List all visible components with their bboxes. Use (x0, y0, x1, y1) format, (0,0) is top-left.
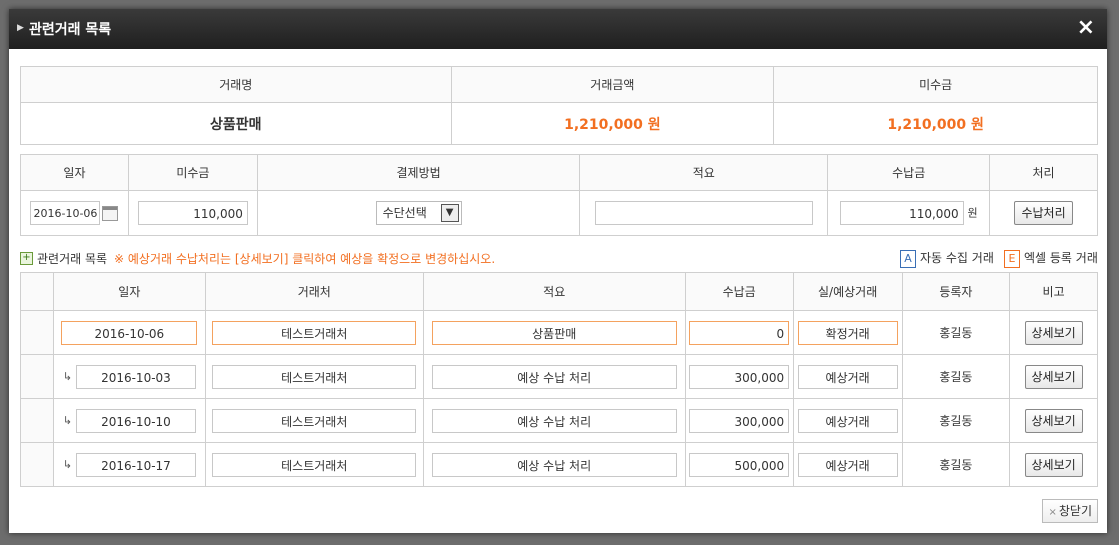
row-marker-cell (20, 398, 54, 443)
summary-header-amount: 거래금액 (450, 66, 775, 103)
related-transactions-modal: ▶ 관련거래 목록 × 거래명 거래금액 미수금 상품판매 1,210,000 … (9, 9, 1107, 533)
row-registrant: 홍길동 (901, 310, 1011, 355)
row-date-input[interactable]: 2016-10-10 (75, 408, 196, 433)
row-amount-input[interactable]: 0 (689, 320, 790, 345)
title-arrow-icon: ▶ (17, 23, 24, 33)
detail-view-button[interactable]: 상세보기 (1024, 408, 1083, 433)
payment-unpaid-input[interactable]: 110,000 (137, 201, 248, 225)
expected-transaction-note: ※ 예상거래 수납처리는 [상세보기] 클릭하여 예상을 확정으로 변경하십시오… (114, 252, 496, 266)
add-icon: + (20, 252, 33, 265)
pay-header-method: 결제방법 (256, 154, 581, 191)
payment-method-select[interactable]: 수단선택 ▼ (375, 201, 462, 225)
table-row: ↳ 2016-10-17 테스트거래처 예상 수납 처리 500,000 예상거래… (20, 442, 1098, 487)
row-marker-cell (20, 442, 54, 487)
related-list-header: + 관련거래 목록 ※ 예상거래 수납처리는 [상세보기] 클릭하여 예상을 확… (20, 249, 1098, 269)
row-memo-input[interactable]: 상품판매 (431, 320, 677, 345)
row-amount-input[interactable]: 300,000 (689, 364, 790, 389)
summary-header-name: 거래명 (20, 66, 452, 103)
row-client-input[interactable]: 테스트거래처 (212, 408, 417, 433)
transaction-amount: 1,210,000 원 (450, 102, 775, 145)
payment-memo-input[interactable] (594, 201, 813, 225)
row-type-field[interactable]: 예상거래 (797, 364, 898, 389)
sub-row-arrow-icon: ↳ (62, 458, 72, 471)
list-header-amount: 수납금 (684, 272, 794, 311)
list-header-registrant: 등록자 (901, 272, 1011, 311)
excel-registered-icon: E (1004, 249, 1020, 268)
row-marker-cell (20, 354, 54, 399)
auto-collected-icon: A (900, 249, 916, 268)
pay-header-date: 일자 (20, 154, 129, 191)
list-header-date: 일자 (52, 272, 206, 311)
transaction-unpaid: 1,210,000 원 (773, 102, 1098, 145)
detail-view-button[interactable]: 상세보기 (1024, 452, 1083, 477)
sub-row-arrow-icon: ↳ (62, 414, 72, 427)
row-marker-cell (20, 310, 54, 355)
summary-header-unpaid: 미수금 (773, 66, 1098, 103)
pay-header-memo: 적요 (579, 154, 829, 191)
close-window-label: 창닫기 (1058, 504, 1092, 518)
row-date-input[interactable]: 2016-10-03 (75, 364, 196, 389)
payment-date-input[interactable]: 2016-10-06 (30, 201, 101, 225)
modal-titlebar: ▶ 관련거래 목록 × (9, 9, 1107, 49)
currency-unit: 원 (967, 206, 978, 220)
excel-registered-label: 엑셀 등록 거래 (1024, 251, 1098, 265)
excel-registered-legend: E 엑셀 등록 거래 (1004, 249, 1098, 268)
payment-received-input[interactable]: 110,000 (839, 201, 964, 225)
related-list-label: 관련거래 목록 (37, 252, 108, 266)
row-client-input[interactable]: 테스트거래처 (212, 364, 417, 389)
chevron-down-icon: ▼ (440, 204, 459, 222)
row-registrant: 홍길동 (901, 442, 1011, 487)
row-memo-input[interactable]: 예상 수납 처리 (431, 364, 677, 389)
row-date-input[interactable]: 2016-10-06 (61, 320, 198, 345)
transaction-name: 상품판매 (20, 102, 452, 145)
row-client-input[interactable]: 테스트거래처 (212, 320, 417, 345)
payment-method-value: 수단선택 (382, 206, 427, 220)
row-type-field[interactable]: 확정거래 (797, 320, 898, 345)
pay-header-process: 처리 (989, 154, 1098, 191)
process-payment-button[interactable]: 수납처리 (1014, 201, 1073, 225)
row-type-field[interactable]: 예상거래 (797, 408, 898, 433)
list-header-type: 실/예상거래 (792, 272, 903, 311)
table-row: 2016-10-06 테스트거래처 상품판매 0 확정거래 홍길동 상세보기 (20, 310, 1098, 355)
modal-title: 관련거래 목록 (29, 22, 112, 38)
pay-header-unpaid: 미수금 (127, 154, 258, 191)
header-marker-cell (20, 272, 54, 311)
row-memo-input[interactable]: 예상 수납 처리 (431, 408, 677, 433)
row-registrant: 홍길동 (901, 398, 1011, 443)
row-amount-input[interactable]: 500,000 (689, 452, 790, 477)
list-header-client: 거래처 (204, 272, 424, 311)
calendar-icon[interactable] (102, 205, 119, 221)
transaction-summary-table: 거래명 거래금액 미수금 상품판매 1,210,000 원 1,210,000 … (20, 66, 1098, 145)
row-amount-input[interactable]: 300,000 (689, 408, 790, 433)
row-client-input[interactable]: 테스트거래처 (212, 452, 417, 477)
list-header-action: 비고 (1009, 272, 1098, 311)
auto-collected-label: 자동 수집 거래 (920, 251, 994, 265)
payment-table: 일자 미수금 결제방법 적요 수납금 처리 2016-10-06 110,000… (20, 154, 1098, 236)
detail-view-button[interactable]: 상세보기 (1024, 364, 1083, 389)
table-row: ↳ 2016-10-10 테스트거래처 예상 수납 처리 300,000 예상거래… (20, 398, 1098, 443)
auto-collected-legend: A 자동 수집 거래 (900, 249, 994, 268)
close-window-button[interactable]: × 창닫기 (1042, 499, 1098, 523)
related-transactions-table: 일자 거래처 적요 수납금 실/예상거래 등록자 비고 2016-10-06 테… (20, 272, 1098, 487)
row-memo-input[interactable]: 예상 수납 처리 (431, 452, 677, 477)
row-type-field[interactable]: 예상거래 (797, 452, 898, 477)
detail-view-button[interactable]: 상세보기 (1024, 320, 1083, 345)
pay-header-received: 수납금 (827, 154, 991, 191)
row-date-input[interactable]: 2016-10-17 (75, 452, 196, 477)
row-registrant: 홍길동 (901, 354, 1011, 399)
sub-row-arrow-icon: ↳ (62, 370, 72, 383)
close-small-icon: × (1048, 507, 1057, 518)
close-icon[interactable]: × (1077, 15, 1095, 41)
list-header-memo: 적요 (422, 272, 686, 311)
table-row: ↳ 2016-10-03 테스트거래처 예상 수납 처리 300,000 예상거래… (20, 354, 1098, 399)
